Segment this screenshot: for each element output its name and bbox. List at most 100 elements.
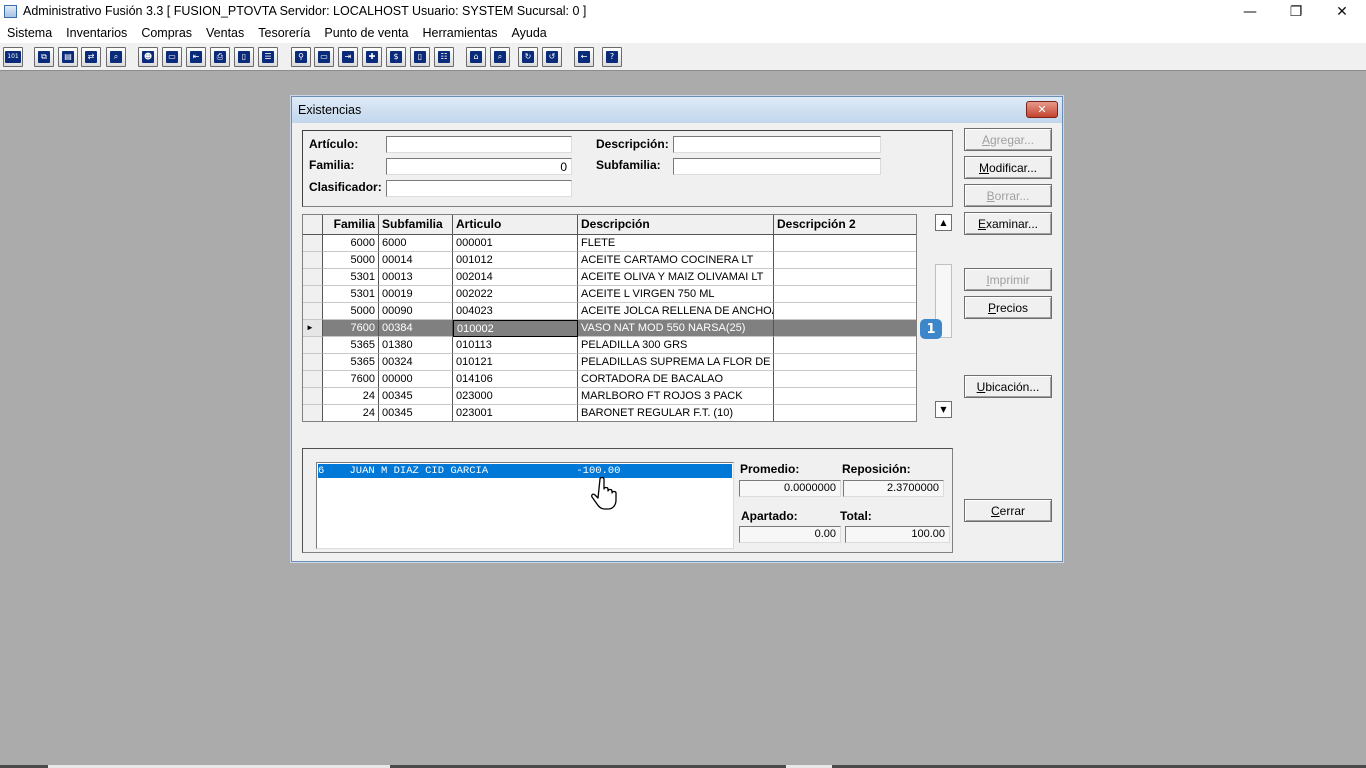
- toolbar-button-open-folder[interactable]: ▭: [162, 47, 182, 67]
- cell-familia[interactable]: 5000: [323, 252, 379, 269]
- cell-subfamilia[interactable]: 00345: [379, 405, 453, 421]
- cell-descripcion[interactable]: MARLBORO FT ROJOS 3 PACK: [578, 388, 774, 405]
- menu-item-2[interactable]: Compras: [134, 26, 199, 40]
- cell-subfamilia[interactable]: 00345: [379, 388, 453, 405]
- articulo-field[interactable]: [386, 136, 572, 153]
- cell-articulo[interactable]: 010113: [453, 337, 578, 354]
- table-row[interactable]: 6000 6000 000001 FLETE: [303, 235, 916, 252]
- toolbar-button-user[interactable]: ☻: [138, 47, 158, 67]
- row-indicator[interactable]: [303, 371, 323, 388]
- cell-subfamilia[interactable]: 00090: [379, 303, 453, 320]
- cell-articulo[interactable]: 001012: [453, 252, 578, 269]
- row-indicator[interactable]: [303, 269, 323, 286]
- row-indicator[interactable]: [303, 303, 323, 320]
- cell-subfamilia[interactable]: 00013: [379, 269, 453, 286]
- table-row[interactable]: 5301 00013 002014 ACEITE OLIVA Y MAIZ OLIVA…: [303, 269, 916, 286]
- examinar-button[interactable]: Examinar...: [964, 212, 1052, 235]
- row-indicator[interactable]: [303, 286, 323, 303]
- cell-subfamilia[interactable]: 00014: [379, 252, 453, 269]
- stock-list-item[interactable]: 6 JUAN M DIAZ CID GARCIA -100.00: [318, 464, 732, 478]
- toolbar-button-tree[interactable]: ☷: [434, 47, 454, 67]
- cell-subfamilia[interactable]: 00384: [379, 320, 453, 337]
- cell-articulo[interactable]: 002022: [453, 286, 578, 303]
- row-indicator[interactable]: [303, 405, 323, 421]
- familia-field[interactable]: 0: [386, 158, 572, 175]
- row-indicator[interactable]: [303, 388, 323, 405]
- cell-subfamilia[interactable]: 00324: [379, 354, 453, 371]
- toolbar-button-refresh[interactable]: ↻: [518, 47, 538, 67]
- toolbar-button-back[interactable]: ←: [574, 47, 594, 67]
- table-row[interactable]: ► 7600 00384 010002 VASO NAT MOD 550 NARSA(2…: [303, 320, 916, 337]
- ubicacion-button[interactable]: Ubicación...: [964, 375, 1052, 398]
- cell-familia[interactable]: 24: [323, 388, 379, 405]
- cell-descripcion2[interactable]: [774, 337, 916, 354]
- cell-descripcion[interactable]: FLETE: [578, 235, 774, 252]
- cell-familia[interactable]: 7600: [323, 371, 379, 388]
- table-row[interactable]: 5000 00014 001012 ACEITE CARTAMO COCINERA L…: [303, 252, 916, 269]
- cell-familia[interactable]: 5365: [323, 337, 379, 354]
- cell-descripcion[interactable]: CORTADORA DE BACALAO: [578, 371, 774, 388]
- cell-descripcion2[interactable]: [774, 320, 916, 337]
- cell-descripcion[interactable]: ACEITE L VIRGEN 750 ML: [578, 286, 774, 303]
- table-row[interactable]: 24 00345 023001 BARONET REGULAR F.T. (10): [303, 405, 916, 421]
- scroll-down-button[interactable]: ▼: [935, 401, 952, 418]
- cell-subfamilia[interactable]: 00000: [379, 371, 453, 388]
- cell-articulo[interactable]: 002014: [453, 269, 578, 286]
- toolbar-button-help[interactable]: ?: [602, 47, 622, 67]
- toolbar-button-dollar[interactable]: $: [386, 47, 406, 67]
- cell-articulo[interactable]: 010121: [453, 354, 578, 371]
- cell-familia[interactable]: 24: [323, 405, 379, 421]
- cell-articulo[interactable]: 023001: [453, 405, 578, 421]
- cell-subfamilia[interactable]: 6000: [379, 235, 453, 252]
- toolbar-button-clipboard[interactable]: ▤: [58, 47, 78, 67]
- cell-articulo[interactable]: 014106: [453, 371, 578, 388]
- toolbar-button-search[interactable]: ⌕: [490, 47, 510, 67]
- cell-descripcion[interactable]: ACEITE JOLCA RELLENA DE ANCHOA 1: [578, 303, 774, 320]
- row-indicator[interactable]: [303, 354, 323, 371]
- cell-descripcion2[interactable]: [774, 388, 916, 405]
- cell-articulo[interactable]: 023000: [453, 388, 578, 405]
- modificar-button[interactable]: Modificar...: [964, 156, 1052, 179]
- borrar-button[interactable]: Borrar...: [964, 184, 1052, 207]
- cell-descripcion2[interactable]: [774, 371, 916, 388]
- clasificador-field[interactable]: [386, 180, 572, 197]
- scroll-up-button[interactable]: ▲: [935, 214, 952, 231]
- cell-familia[interactable]: 7600: [323, 320, 379, 337]
- toolbar-button-home[interactable]: ⌂: [466, 47, 486, 67]
- cell-articulo[interactable]: 000001: [453, 235, 578, 252]
- toolbar-button-folder[interactable]: ▭: [314, 47, 334, 67]
- column-header-descripcion2[interactable]: Descripción 2: [774, 215, 916, 235]
- menu-item-5[interactable]: Punto de venta: [317, 26, 415, 40]
- cell-descripcion[interactable]: BARONET REGULAR F.T. (10): [578, 405, 774, 421]
- precios-button[interactable]: Precios: [964, 296, 1052, 319]
- toolbar-button-calendar[interactable]: 101: [3, 47, 23, 67]
- column-header-descripcion[interactable]: Descripción: [578, 215, 774, 235]
- column-header-familia[interactable]: Familia: [323, 215, 379, 235]
- toolbar-button-list[interactable]: ☰: [258, 47, 278, 67]
- cell-familia[interactable]: 5301: [323, 269, 379, 286]
- toolbar-button-print[interactable]: ⎙: [210, 47, 230, 67]
- grid-scrollbar[interactable]: ▲ ▼: [935, 214, 952, 421]
- table-row[interactable]: 5365 00324 010121 PELADILLAS SUPREMA LA FLO…: [303, 354, 916, 371]
- menu-item-4[interactable]: Tesorería: [251, 26, 317, 40]
- toolbar-button-binoculars[interactable]: ⚲: [291, 47, 311, 67]
- toolbar-button-report[interactable]: ▯: [410, 47, 430, 67]
- cell-familia[interactable]: 5365: [323, 354, 379, 371]
- cell-descripcion2[interactable]: [774, 286, 916, 303]
- menu-item-1[interactable]: Inventarios: [59, 26, 134, 40]
- menu-item-6[interactable]: Herramientas: [415, 26, 504, 40]
- toolbar-button-zoom[interactable]: ⌕: [106, 47, 126, 67]
- cell-familia[interactable]: 5301: [323, 286, 379, 303]
- cell-descripcion2[interactable]: [774, 269, 916, 286]
- cerrar-button[interactable]: Cerrar: [964, 499, 1052, 522]
- cell-descripcion2[interactable]: [774, 303, 916, 320]
- subfamilia-field[interactable]: [673, 158, 881, 175]
- cell-subfamilia[interactable]: 00019: [379, 286, 453, 303]
- table-row[interactable]: 5301 00019 002022 ACEITE L VIRGEN 750 ML: [303, 286, 916, 303]
- cell-descripcion2[interactable]: [774, 235, 916, 252]
- menu-item-0[interactable]: Sistema: [0, 26, 59, 40]
- toolbar-button-import[interactable]: ⇤: [186, 47, 206, 67]
- cell-descripcion[interactable]: PELADILLAS SUPREMA LA FLOR DE: [578, 354, 774, 371]
- table-row[interactable]: 24 00345 023000 MARLBORO FT ROJOS 3 PACK: [303, 388, 916, 405]
- row-indicator[interactable]: [303, 235, 323, 252]
